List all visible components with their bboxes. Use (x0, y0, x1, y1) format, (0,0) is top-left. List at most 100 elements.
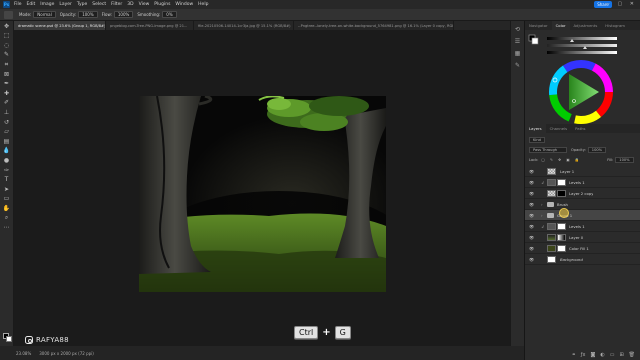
menu-window[interactable]: Window (175, 2, 193, 7)
rectangle-tool-icon[interactable]: ▭ (3, 195, 11, 203)
clone-stamp-tool-icon[interactable]: ⊥ (3, 109, 11, 117)
fill-layer-thumbnail (547, 244, 556, 252)
healing-brush-tool-icon[interactable]: ✚ (3, 90, 11, 98)
pen-tool-icon[interactable]: ✑ (3, 167, 11, 175)
history-brush-tool-icon[interactable]: ↺ (3, 119, 11, 127)
tab-tree-png[interactable]: pngeblog.com-Tree-PNG-Image.png @ 21... (106, 21, 194, 30)
expand-chevron-icon[interactable]: › (541, 213, 545, 218)
visibility-eye-icon[interactable]: 👁 (529, 191, 535, 196)
tab-color[interactable]: Color (551, 21, 570, 30)
mode-select[interactable]: Normal (33, 11, 56, 18)
menu-image[interactable]: Image (40, 2, 54, 7)
eyedropper-tool-icon[interactable]: ✒ (3, 80, 11, 88)
color-wheel[interactable] (525, 30, 640, 124)
fx-icon[interactable]: ƒx (581, 352, 586, 358)
layer-mask-thumbnail (557, 178, 566, 186)
adjustment-layer-icon[interactable]: ◐ (600, 352, 604, 358)
more-tools-icon[interactable]: ⋯ (3, 224, 11, 232)
visibility-eye-icon[interactable]: 👁 (529, 235, 535, 240)
quick-select-tool-icon[interactable]: ✎ (3, 51, 11, 59)
visibility-eye-icon[interactable]: 👁 (529, 224, 535, 229)
lock-icons[interactable]: ▢ ✎ ✥ ▣ 🔒 (541, 158, 581, 162)
window-controls[interactable]: — ▢ ✕ (605, 1, 637, 7)
crop-tool-icon[interactable]: ⌗ (3, 61, 11, 69)
menu-edit[interactable]: Edit (27, 2, 36, 7)
eraser-tool-icon[interactable]: ▱ (3, 128, 11, 136)
tab-channels[interactable]: Channels (546, 124, 572, 133)
blur-tool-icon[interactable]: 💧 (3, 147, 11, 155)
visibility-eye-icon[interactable]: 👁 (529, 213, 535, 218)
visibility-eye-icon[interactable]: 👁 (529, 246, 535, 251)
marquee-tool-icon[interactable]: ⬚ (3, 32, 11, 40)
plus-sign: + (322, 327, 331, 338)
layer-row[interactable]: 👁 Layer 0 (525, 232, 640, 243)
layer-row[interactable]: 👁 ↲ Levels 1 (525, 177, 640, 188)
new-group-icon[interactable]: ▭ (610, 352, 615, 358)
type-tool-icon[interactable]: T (3, 176, 11, 184)
tab-layers[interactable]: Layers (525, 124, 546, 133)
tab-lonely-tree[interactable]: --Pngtree--lonely-tree-on-white-backgrou… (294, 21, 454, 30)
path-select-tool-icon[interactable]: ➤ (3, 186, 11, 194)
layer-row[interactable]: 👁 Layer 2 copy (525, 188, 640, 199)
layer-row-selected[interactable]: 👁 › Group 1 (525, 210, 640, 221)
menu-select[interactable]: Select (92, 2, 106, 7)
menu-layer[interactable]: Layer (59, 2, 72, 7)
move-tool-icon[interactable]: ✥ (3, 23, 11, 31)
history-icon[interactable]: ⟲ (514, 26, 521, 33)
tab-histogram[interactable]: Histogram (601, 21, 629, 30)
flow-input[interactable]: 100% (113, 11, 134, 18)
layer-row[interactable]: 👁 › Brush (525, 199, 640, 210)
expand-chevron-icon[interactable]: › (541, 202, 545, 207)
layer-thumbnail (547, 189, 556, 197)
lasso-tool-icon[interactable]: ◌ (3, 42, 11, 50)
menu-type[interactable]: Type (77, 2, 87, 7)
swatches-icon[interactable]: ▦ (514, 50, 521, 57)
layer-opacity-input[interactable]: 100% (587, 147, 607, 153)
clip-arrow-icon: ↲ (541, 179, 545, 185)
properties-icon[interactable]: ☰ (514, 38, 521, 45)
menu-help[interactable]: Help (198, 2, 208, 7)
frame-tool-icon[interactable]: ⊠ (3, 71, 11, 79)
add-mask-icon[interactable]: ◙ (590, 352, 595, 358)
menu-3d[interactable]: 3D (127, 2, 133, 7)
tab-dramatic-scene[interactable]: dramatic scene.psd @ 23.6% (Group 1, RGB… (14, 21, 106, 30)
blend-mode-select[interactable]: Pass Through (529, 147, 567, 153)
visibility-eye-icon[interactable]: 👁 (529, 257, 535, 262)
brush-tool-icon[interactable]: ✐ (3, 99, 11, 107)
tab-navigator[interactable]: Navigator (525, 21, 552, 30)
brush-preset-icon[interactable] (4, 10, 13, 19)
smoothing-input[interactable]: 0% (162, 11, 177, 18)
layer-row[interactable]: 👁 Layer 1 (525, 166, 640, 177)
layer-filter-kind[interactable]: Kind (529, 137, 545, 143)
tab-adjustments[interactable]: Adjustments (570, 21, 602, 30)
new-layer-icon[interactable]: ⊞ (619, 352, 623, 358)
document-canvas[interactable] (139, 96, 386, 292)
brushes-icon[interactable]: ✎ (514, 62, 521, 69)
layer-mask-thumbnail (557, 233, 566, 241)
tab-jpg-file[interactable]: file-20210506-14014-1cr3ja.jpg @ 15.1% (… (194, 21, 294, 30)
gradient-tool-icon[interactable]: ▤ (3, 138, 11, 146)
dodge-tool-icon[interactable]: ● (3, 157, 11, 165)
layer-name: Levels 1 (569, 223, 585, 229)
background-color-swatch[interactable] (6, 336, 12, 342)
visibility-eye-icon[interactable]: 👁 (529, 202, 535, 207)
link-layers-icon[interactable]: ⚭ (572, 352, 576, 358)
menu-view[interactable]: View (139, 2, 150, 7)
hand-tool-icon[interactable]: ✋ (3, 205, 11, 213)
delete-layer-icon[interactable]: 🗑 (629, 352, 635, 358)
zoom-level[interactable]: 23.08% (16, 351, 31, 356)
layer-row[interactable]: 👁 Background (525, 254, 640, 265)
menu-plugins[interactable]: Plugins (154, 2, 170, 7)
levels-adjustment-icon (547, 178, 556, 186)
photoshop-logo[interactable]: Ps (3, 1, 10, 8)
zoom-tool-icon[interactable]: ⌕ (3, 214, 11, 222)
visibility-eye-icon[interactable]: 👁 (529, 180, 535, 185)
menu-file[interactable]: File (14, 2, 22, 7)
layer-row[interactable]: 👁 ↲ Levels 1 (525, 221, 640, 232)
tab-paths[interactable]: Paths (571, 124, 589, 133)
opacity-input[interactable]: 100% (78, 11, 98, 18)
layer-fill-input[interactable]: 100% (615, 157, 634, 163)
menu-filter[interactable]: Filter (111, 2, 122, 7)
visibility-eye-icon[interactable]: 👁 (529, 169, 535, 174)
layer-row[interactable]: 👁 Color Fill 1 (525, 243, 640, 254)
